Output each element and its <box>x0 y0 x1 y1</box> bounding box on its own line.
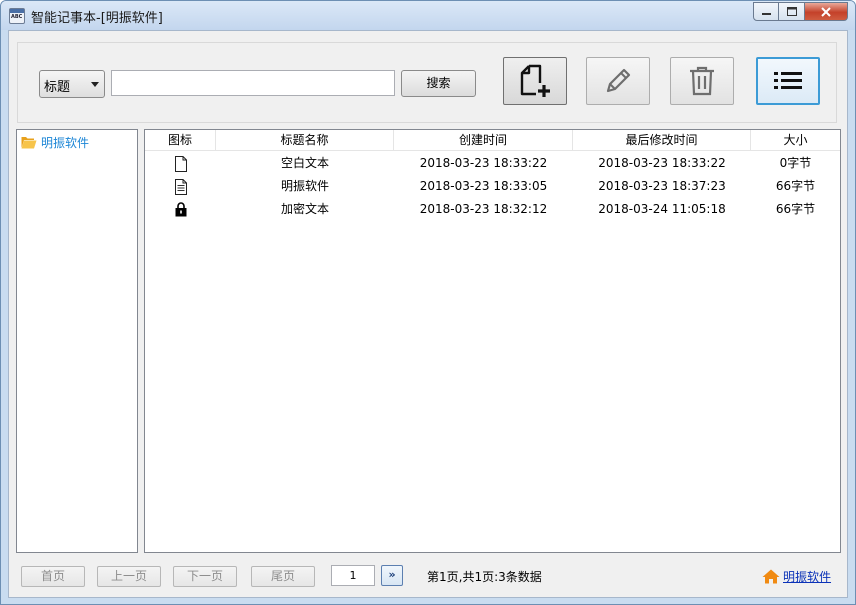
title-bar[interactable]: ABC 智能记事本-[明振软件] <box>1 1 855 30</box>
row-size: 0字节 <box>779 156 812 170</box>
app-icon: ABC <box>9 8 25 24</box>
toolbar: 标题 搜索 <box>17 42 837 123</box>
minimize-icon <box>761 13 771 15</box>
close-button[interactable] <box>805 2 848 21</box>
table-row[interactable]: 空白文本 2018-03-23 18:33:22 2018-03-23 18:3… <box>145 152 840 175</box>
tree-item-folder[interactable]: 明振软件 <box>21 134 89 151</box>
edit-note-button[interactable] <box>586 57 650 105</box>
row-modified: 2018-03-23 18:37:23 <box>598 179 726 193</box>
list-icon <box>774 72 802 89</box>
search-field-selected: 标题 <box>44 80 71 95</box>
maximize-button[interactable] <box>779 2 805 21</box>
table-row[interactable]: 加密文本 2018-03-23 18:32:12 2018-03-24 11:0… <box>145 198 840 221</box>
footer-link-label: 明振软件 <box>783 570 832 584</box>
chevron-down-icon <box>91 82 99 87</box>
row-title: 加密文本 <box>280 202 329 216</box>
column-header-modified[interactable]: 最后修改时间 <box>573 130 751 151</box>
trash-icon <box>690 66 714 96</box>
new-note-button[interactable] <box>503 57 567 105</box>
app-window: ABC 智能记事本-[明振软件] 标题 搜索 明振软件 图标 标题名称 创建时间… <box>0 0 856 605</box>
first-page-button[interactable]: 首页 <box>21 566 85 587</box>
row-title: 空白文本 <box>280 156 329 170</box>
window-controls <box>753 2 848 21</box>
text-document-icon <box>174 178 187 195</box>
notes-list: 图标 标题名称 创建时间 最后修改时间 大小 空白文本 2018-03-23 1… <box>144 129 841 553</box>
lock-icon <box>175 202 186 217</box>
list-header: 图标 标题名称 创建时间 最后修改时间 大小 <box>145 130 840 151</box>
close-icon <box>821 6 831 17</box>
row-modified: 2018-03-23 18:33:22 <box>598 156 726 170</box>
folder-tree: 明振软件 <box>16 129 138 553</box>
column-header-created[interactable]: 创建时间 <box>394 130 573 151</box>
delete-note-button[interactable] <box>670 57 734 105</box>
row-created: 2018-03-23 18:32:12 <box>419 202 548 216</box>
column-header-title[interactable]: 标题名称 <box>216 130 394 151</box>
go-page-button[interactable]: » <box>381 565 403 586</box>
search-button[interactable]: 搜索 <box>401 70 476 97</box>
row-created: 2018-03-23 18:33:05 <box>419 179 548 193</box>
footer-link[interactable]: 明振软件 <box>762 568 831 585</box>
maximize-icon <box>786 7 797 16</box>
page-info: 第1页,共1页:3条数据 <box>427 570 542 584</box>
client-area: 标题 搜索 明振软件 图标 标题名称 创建时间 最后修改时间 大小 空白文本 2… <box>8 30 848 598</box>
minimize-button[interactable] <box>753 2 779 21</box>
list-view-button[interactable] <box>756 57 820 105</box>
search-input[interactable] <box>111 70 395 96</box>
row-modified: 2018-03-24 11:05:18 <box>598 202 726 216</box>
tree-item-label: 明振软件 <box>41 136 90 150</box>
page-number-input[interactable] <box>331 565 375 586</box>
folder-open-icon <box>21 137 37 149</box>
new-document-icon <box>520 64 550 97</box>
home-icon <box>762 569 780 584</box>
next-page-button[interactable]: 下一页 <box>173 566 237 587</box>
blank-document-icon <box>174 155 187 172</box>
row-size: 66字节 <box>775 202 816 216</box>
row-title: 明振软件 <box>280 179 329 193</box>
row-size: 66字节 <box>775 179 816 193</box>
last-page-button[interactable]: 尾页 <box>251 566 315 587</box>
table-row[interactable]: 明振软件 2018-03-23 18:33:05 2018-03-23 18:3… <box>145 175 840 198</box>
column-header-icon[interactable]: 图标 <box>145 130 216 151</box>
prev-page-button[interactable]: 上一页 <box>97 566 161 587</box>
row-created: 2018-03-23 18:33:22 <box>419 156 548 170</box>
column-header-size[interactable]: 大小 <box>751 130 840 151</box>
search-field-select[interactable]: 标题 <box>39 70 105 98</box>
window-title: 智能记事本-[明振软件] <box>31 11 163 26</box>
pencil-icon <box>606 68 631 93</box>
